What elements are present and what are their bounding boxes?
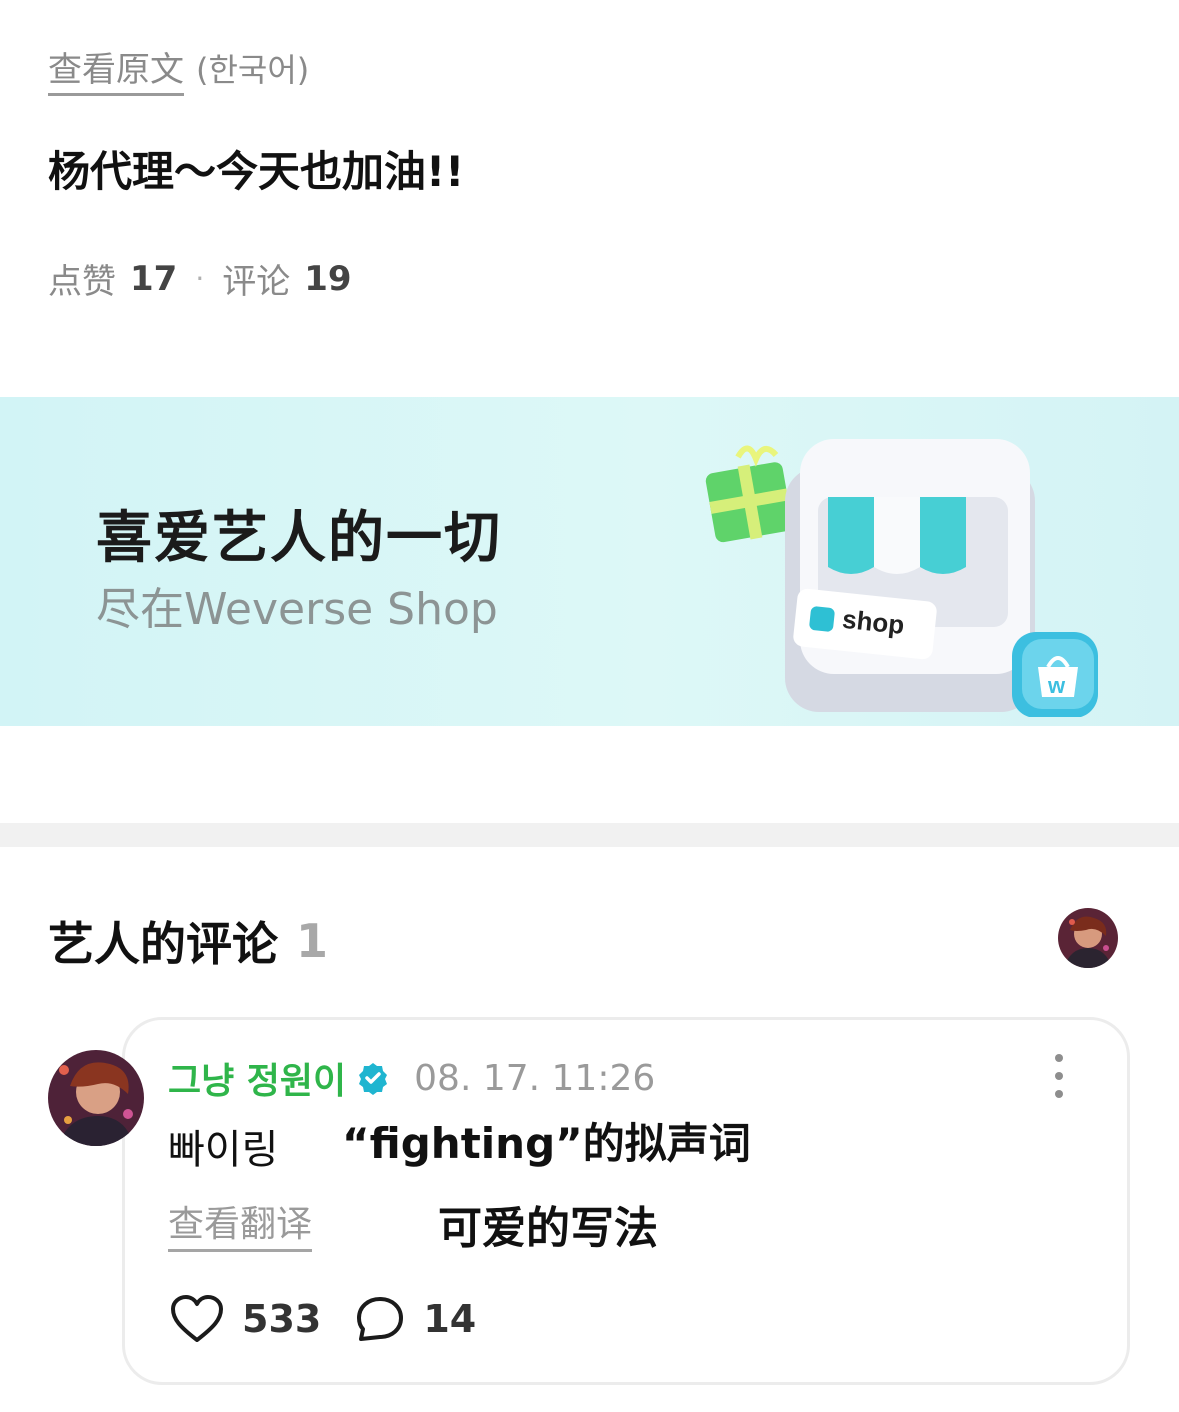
- banner-title: 喜爱艺人的一切: [96, 506, 502, 571]
- overlay-caption-2: 可爱的写法: [438, 1203, 658, 1254]
- comment-header: 그냥 정원이 08. 17. 11:26: [168, 1052, 655, 1104]
- likes-count[interactable]: 17: [130, 259, 177, 299]
- view-translation-link[interactable]: 查看翻译: [168, 1195, 313, 1252]
- like-button[interactable]: 533: [170, 1294, 321, 1344]
- shopping-bag-icon: w: [1012, 632, 1098, 717]
- shop-storefront-icon: shop: [785, 439, 1035, 712]
- comment-text: 빠이링: [168, 1127, 279, 1173]
- weverse-shop-banner[interactable]: 喜爱艺人的一切 尽在Weverse Shop shop w: [0, 397, 1179, 726]
- banner-subtitle: 尽在Weverse Shop: [96, 584, 498, 635]
- reply-button[interactable]: 14: [355, 1295, 476, 1343]
- post-text: 杨代理～今天也加油!!: [48, 147, 465, 196]
- post-stats: 点赞 17 · 评论 19: [48, 254, 352, 303]
- comment-author-name[interactable]: 그냥 정원이: [168, 1052, 346, 1104]
- likes-label[interactable]: 点赞: [48, 254, 116, 303]
- artist-comments-header: 艺人的评论 1: [48, 908, 328, 974]
- comments-count[interactable]: 19: [304, 259, 351, 299]
- bag-letter: w: [1047, 673, 1066, 698]
- comment-actions: 533 14: [170, 1294, 476, 1344]
- artist-comments-count: 1: [296, 914, 329, 968]
- like-count: 533: [242, 1297, 322, 1341]
- verified-badge-icon: [359, 1063, 388, 1095]
- comment-bubble-icon: [357, 1297, 404, 1341]
- post-page: 查看原文 (한국어) 杨代理～今天也加油!! 点赞 17 · 评论 19 喜爱艺…: [0, 0, 1179, 1412]
- artist-comments-title: 艺人的评论: [48, 917, 278, 971]
- gift-icon: [705, 445, 793, 543]
- view-original-link[interactable]: 查看原文: [48, 42, 184, 96]
- artist-avatar-small[interactable]: [1058, 908, 1118, 968]
- heart-icon: [171, 1295, 223, 1342]
- section-divider: [0, 823, 1179, 847]
- reply-count: 14: [423, 1297, 477, 1341]
- stats-separator: ·: [195, 262, 205, 295]
- more-options-icon[interactable]: [1046, 1054, 1072, 1098]
- comments-label[interactable]: 评论: [222, 254, 290, 303]
- comment-author-avatar[interactable]: [48, 1050, 144, 1146]
- shop-illustration: shop w: [705, 439, 1098, 717]
- comment-timestamp: 08. 17. 11:26: [414, 1057, 656, 1099]
- overlay-caption-1: “fighting”的拟声词: [342, 1119, 751, 1168]
- original-language-label: (한국어): [196, 51, 310, 89]
- view-original-row: 查看原文 (한국어): [48, 42, 309, 96]
